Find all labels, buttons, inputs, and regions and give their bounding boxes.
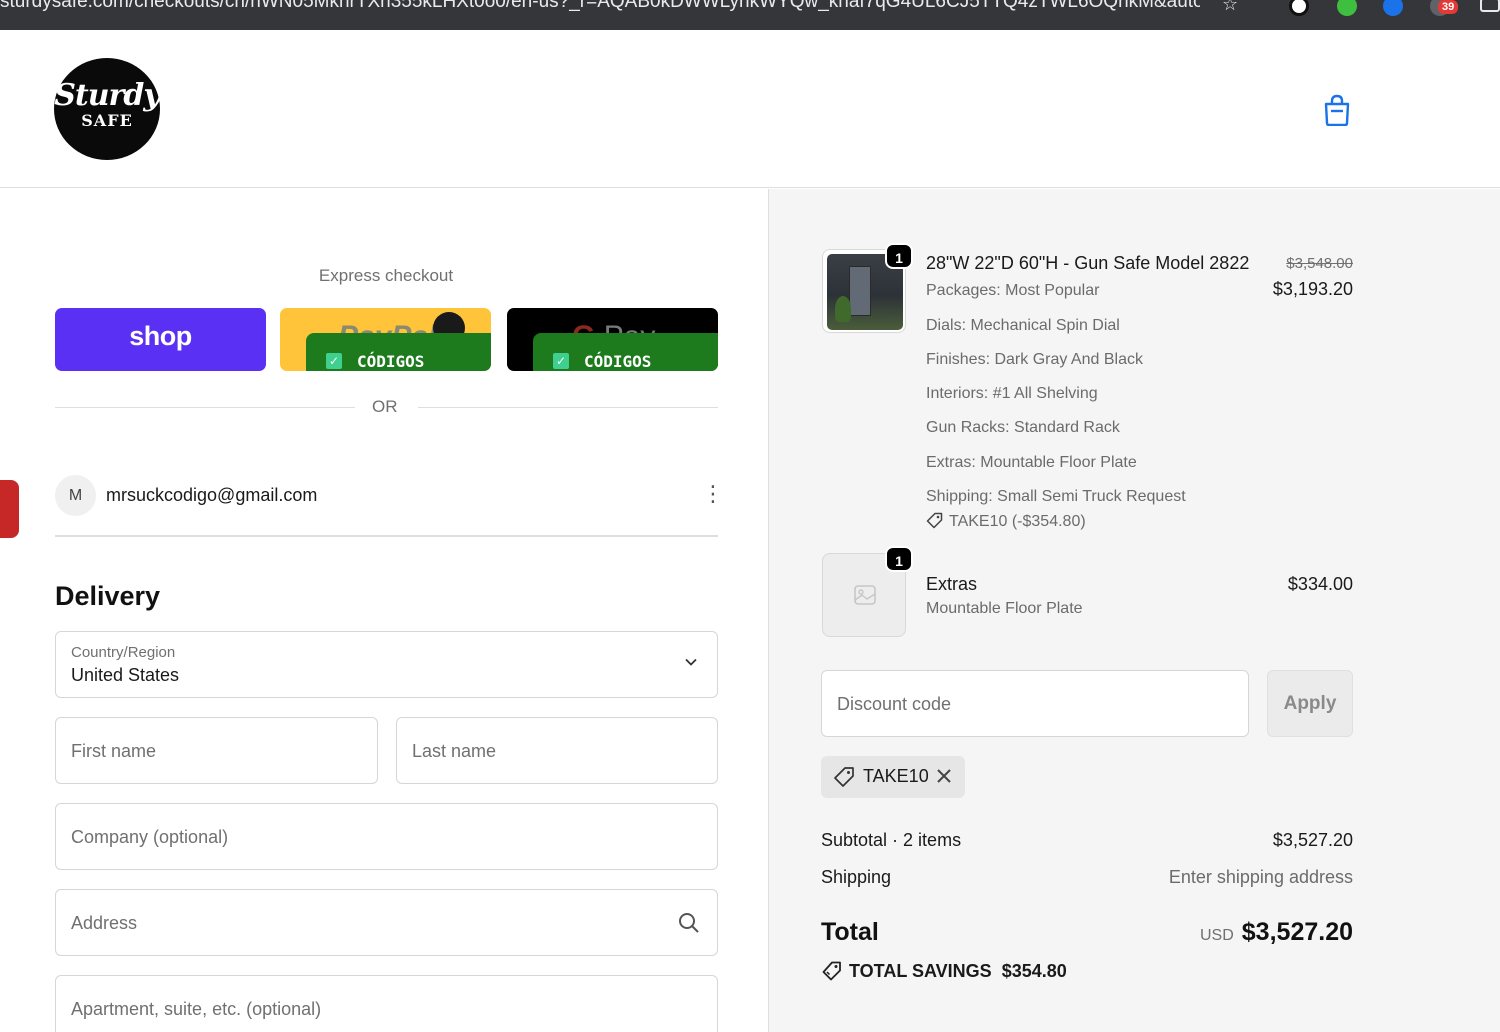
product-attribute: Dials: Mechanical Spin Dial — [926, 317, 1120, 334]
divider — [418, 407, 718, 408]
product-price: $334.00 — [1287, 574, 1353, 594]
more-vertical-icon[interactable]: ⋮ — [702, 483, 724, 505]
applied-discount-chip: TAKE10 — [821, 756, 965, 798]
extension-icon[interactable] — [1337, 0, 1357, 16]
check-icon: ✓ — [326, 353, 342, 369]
product-price: $3,193.20 — [1272, 279, 1353, 299]
quantity-badge: 1 — [885, 243, 913, 269]
paypal-button[interactable]: PayPal ✓ CÓDIGOS — [280, 308, 491, 371]
discount-code-input[interactable]: Discount code — [821, 670, 1249, 737]
item-discount: TAKE10 (-$354.80) — [926, 512, 1086, 531]
tag-icon — [834, 767, 854, 787]
express-checkout-label: Express checkout — [318, 266, 454, 285]
shop-pay-label: shop — [129, 321, 192, 351]
shopping-bag-icon[interactable] — [1322, 94, 1352, 126]
check-icon: ✓ — [553, 353, 569, 369]
product-attribute: Packages: Most Popular — [926, 282, 1100, 299]
applied-code: TAKE10 — [863, 766, 929, 786]
tag-icon — [926, 512, 943, 529]
logo-subtext: SAFE — [81, 111, 133, 130]
product-attribute: Interiors: #1 All Shelving — [926, 385, 1098, 402]
product-attribute: Gun Racks: Standard Rack — [926, 419, 1120, 436]
discount-placeholder: Discount code — [837, 694, 952, 714]
close-icon[interactable] — [935, 767, 953, 785]
country-select[interactable]: Country/Region United States — [55, 631, 718, 698]
item-discount-text: TAKE10 (-$354.80) — [949, 513, 1086, 530]
original-price: $3,548.00 — [1286, 255, 1353, 272]
plant-illustration — [835, 296, 851, 322]
product-attribute: Shipping: Small Semi Truck Request — [926, 488, 1186, 505]
order-summary: 1 28"W 22"D 60"H - Gun Safe Model 2822 $… — [768, 189, 1500, 1032]
apply-button[interactable]: Apply — [1267, 670, 1353, 737]
company-placeholder: Company (optional) — [71, 827, 229, 847]
avatar: M — [55, 475, 96, 516]
window-icon[interactable] — [1480, 0, 1500, 12]
savings-tag-icon — [822, 961, 841, 981]
product-attribute: Mountable Floor Plate — [926, 600, 1083, 617]
subtotal-label: Subtotal · 2 items — [821, 830, 962, 850]
checkout-header: Sturdy SAFE — [0, 30, 1500, 188]
account-email: mrsuckcodigo@gmail.com — [106, 485, 318, 505]
product-title: Extras — [926, 574, 978, 594]
shipping-label: Shipping — [821, 867, 892, 887]
savings-value: $354.80 — [1001, 961, 1067, 981]
product-title: 28"W 22"D 60"H - Gun Safe Model 2822 — [926, 253, 1250, 273]
shipping-value: Enter shipping address — [1168, 867, 1353, 887]
address-input[interactable]: Address — [55, 889, 718, 956]
quantity-badge: 1 — [885, 546, 913, 572]
divider — [55, 407, 355, 408]
store-logo[interactable]: Sturdy SAFE — [54, 58, 161, 160]
address-placeholder: Address — [71, 913, 138, 933]
company-input[interactable]: Company (optional) — [55, 803, 718, 870]
last-name-placeholder: Last name — [412, 741, 497, 761]
browser-toolbar: sturdysafe.com/checkouts/cn/hWN05MkhrTXh… — [0, 0, 1500, 30]
product-attribute: Finishes: Dark Gray And Black — [926, 351, 1143, 368]
codigos-label: CÓDIGOS — [584, 352, 652, 371]
currency-code: USD — [1200, 927, 1234, 944]
url-bar[interactable]: sturdysafe.com/checkouts/cn/hWN05MkhrTXh… — [0, 0, 1200, 13]
or-separator: OR — [372, 397, 398, 416]
star-icon[interactable]: ☆ — [1222, 0, 1238, 15]
extension-icon[interactable] — [1383, 0, 1403, 16]
last-name-input[interactable]: Last name — [396, 717, 718, 784]
logo-text: Sturdy — [54, 78, 161, 113]
shop-pay-button[interactable]: shop — [55, 308, 266, 371]
delivery-heading: Delivery — [55, 581, 161, 611]
chevron-down-icon — [685, 658, 697, 666]
codigos-overlay[interactable]: ✓ CÓDIGOS — [533, 333, 718, 371]
first-name-input[interactable]: First name — [55, 717, 378, 784]
side-tab[interactable] — [0, 480, 19, 538]
codigos-label: CÓDIGOS — [357, 352, 425, 371]
safe-illustration — [849, 266, 871, 316]
country-label: Country/Region — [71, 644, 176, 661]
total-savings: TOTAL SAVINGS $354.80 — [821, 961, 1067, 982]
apartment-placeholder: Apartment, suite, etc. (optional) — [71, 999, 322, 1019]
subtotal-value: $3,527.20 — [1272, 830, 1353, 850]
image-placeholder-icon — [854, 585, 876, 605]
first-name-placeholder: First name — [71, 741, 157, 761]
account-row: M mrsuckcodigo@gmail.com ⋮ — [55, 475, 724, 537]
total-value: $3,527.20 — [1241, 918, 1353, 946]
checkout-form: Express checkout shop PayPal ✓ CÓDIGOS G… — [0, 189, 768, 1032]
extension-icon[interactable] — [1289, 0, 1309, 16]
apartment-input[interactable]: Apartment, suite, etc. (optional) — [55, 975, 718, 1032]
total-amount: USD $3,527.20 — [1200, 918, 1353, 947]
savings-label: TOTAL SAVINGS — [849, 961, 992, 981]
country-value: United States — [71, 665, 180, 685]
google-pay-button[interactable]: G Pay ✓ CÓDIGOS — [507, 308, 718, 371]
total-label: Total — [821, 918, 879, 946]
codigos-overlay[interactable]: ✓ CÓDIGOS — [306, 333, 491, 371]
search-icon[interactable] — [678, 912, 700, 934]
product-attribute: Extras: Mountable Floor Plate — [926, 454, 1137, 471]
extension-badge: 39 — [1438, 0, 1459, 14]
